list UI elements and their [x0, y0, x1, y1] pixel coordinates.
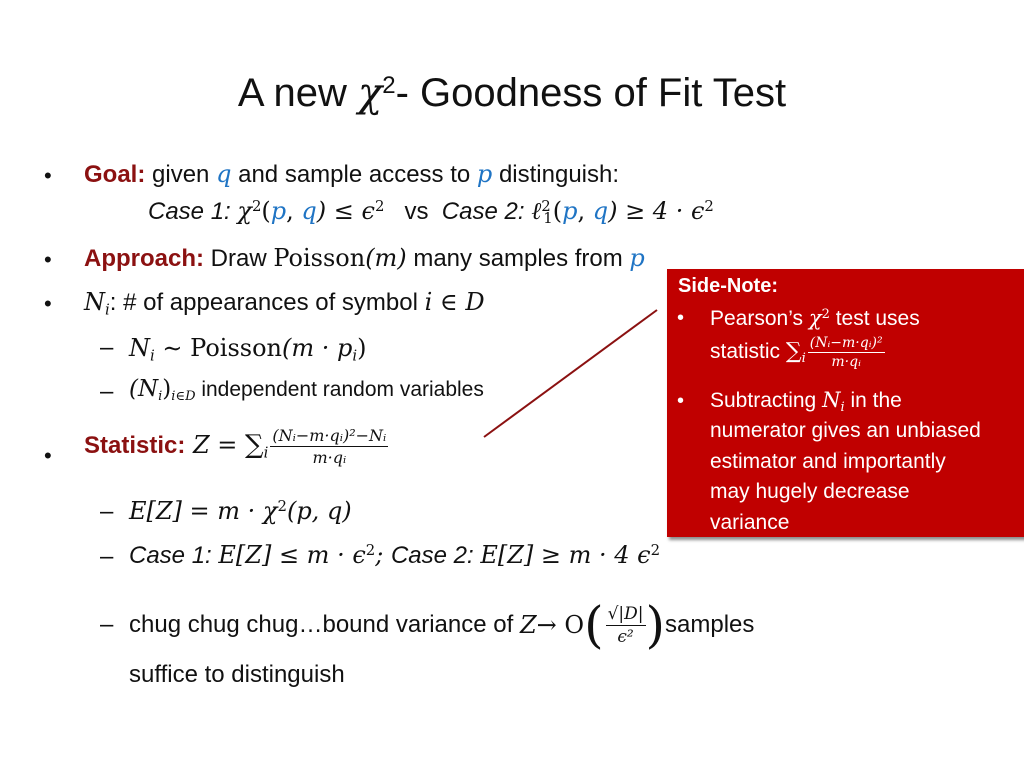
sn-text: Pearson’s — [710, 307, 809, 330]
fraction-denominator: m·qᵢ — [831, 354, 861, 370]
side-note-item2-line3: estimator and importantly — [710, 450, 946, 473]
sn-text: statistic — [710, 340, 786, 364]
bullet-dot: • — [677, 390, 685, 412]
side-note-item2-line2: numerator gives an unbiased — [710, 419, 981, 442]
side-note-item2-line5: variance — [710, 511, 790, 534]
side-note-item1-line1: Pearson’s χ2 test uses — [710, 306, 920, 331]
sn-text: in the — [844, 389, 902, 412]
side-note-item2-line1: Subtracting Ni in the — [710, 388, 902, 414]
math-chi: χ — [808, 306, 822, 330]
math-sup: 2 — [821, 306, 830, 322]
sn-text: test uses — [829, 307, 920, 330]
side-note-item2-line4: may hugely decrease — [710, 480, 910, 503]
math-sum: ∑ — [785, 339, 802, 365]
side-note-box: Side-Note: • Pearson’s χ2 test uses stat… — [667, 269, 1024, 537]
math-sub: i — [801, 350, 806, 366]
fraction-numerator: (Nᵢ−m·qᵢ)² — [807, 335, 885, 353]
connector-stroke — [483, 309, 658, 438]
side-note-item1-line2: statistic ∑i (Nᵢ−m·qᵢ)² m·qᵢ — [710, 335, 885, 370]
pearson-fraction: (Nᵢ−m·qᵢ)² m·qᵢ — [807, 335, 885, 370]
side-note-title: Side-Note: — [678, 275, 778, 297]
sn-text: Subtracting — [710, 389, 823, 412]
bullet-dot: • — [677, 307, 685, 329]
math-N: N — [822, 388, 841, 412]
